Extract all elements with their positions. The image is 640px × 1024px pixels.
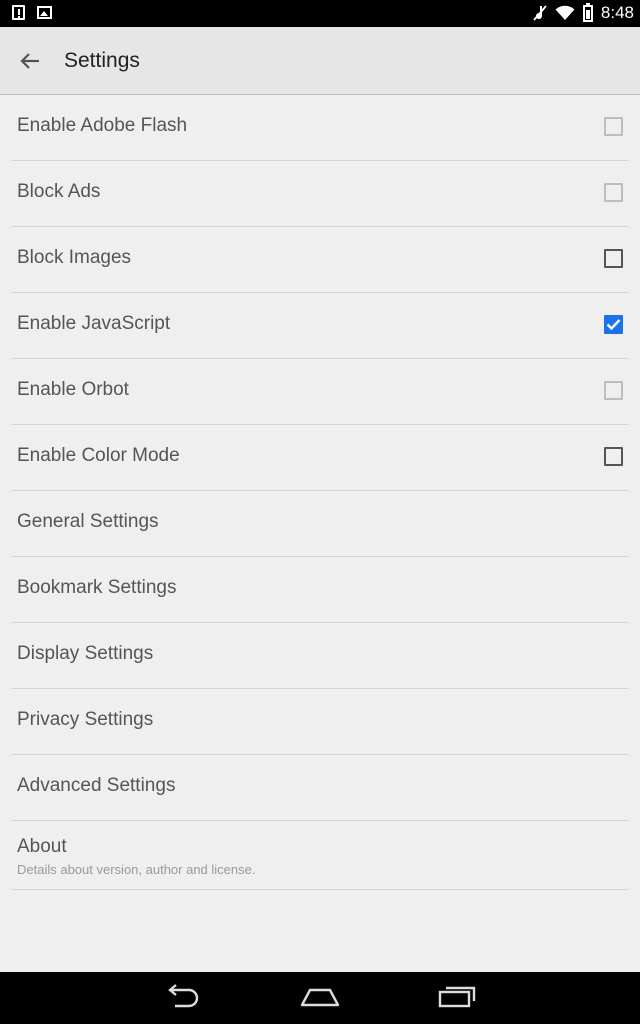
setting-about[interactable]: About Details about version, author and …	[11, 821, 629, 890]
setting-label: Enable Color Mode	[17, 445, 180, 466]
setting-enable-color-mode[interactable]: Enable Color Mode	[11, 425, 629, 491]
setting-label: Privacy Settings	[17, 709, 154, 730]
back-button[interactable]	[14, 45, 46, 77]
notification-icons	[12, 5, 52, 20]
checkbox[interactable]	[604, 183, 623, 202]
checkbox[interactable]	[604, 447, 623, 466]
setting-privacy-settings[interactable]: Privacy Settings	[11, 689, 629, 755]
setting-block-ads[interactable]: Block Ads	[11, 161, 629, 227]
setting-label: Display Settings	[17, 643, 154, 664]
setting-label: Enable JavaScript	[17, 313, 171, 334]
recents-nav-icon	[438, 986, 476, 1008]
nav-home-button[interactable]	[299, 984, 341, 1015]
checkbox[interactable]	[604, 249, 623, 268]
checkmark-icon	[606, 319, 621, 331]
alert-notification-icon	[12, 5, 25, 20]
battery-icon	[582, 2, 593, 22]
setting-label: Enable Adobe Flash	[17, 115, 188, 136]
checkbox-checked[interactable]	[604, 315, 623, 334]
nav-recents-button[interactable]	[437, 984, 477, 1015]
action-bar: Settings	[0, 27, 640, 95]
setting-label: Advanced Settings	[17, 775, 176, 796]
setting-label: About	[17, 836, 67, 857]
status-bar: 8:48	[0, 0, 640, 27]
page-title: Settings	[64, 49, 140, 72]
setting-enable-orbot[interactable]: Enable Orbot	[11, 359, 629, 425]
checkbox[interactable]	[604, 117, 623, 136]
setting-label: General Settings	[17, 511, 159, 532]
checkbox[interactable]	[604, 381, 623, 400]
status-time: 8:48	[600, 3, 634, 22]
setting-display-settings[interactable]: Display Settings	[11, 623, 629, 689]
setting-block-images[interactable]: Block Images	[11, 227, 629, 293]
setting-advanced-settings[interactable]: Advanced Settings	[11, 755, 629, 821]
setting-bookmark-settings[interactable]: Bookmark Settings	[11, 557, 629, 623]
wifi-icon	[555, 5, 575, 20]
setting-enable-javascript[interactable]: Enable JavaScript	[11, 293, 629, 359]
back-nav-icon	[168, 984, 199, 1008]
image-notification-icon	[37, 6, 52, 19]
setting-label: Enable Orbot	[17, 379, 129, 400]
navigation-bar	[0, 972, 640, 1024]
arrow-back-icon	[20, 53, 39, 69]
setting-label: Bookmark Settings	[17, 577, 177, 598]
settings-list: Enable Adobe Flash Block Ads Block Image…	[0, 95, 640, 890]
setting-enable-adobe-flash[interactable]: Enable Adobe Flash	[11, 95, 629, 161]
setting-label: Block Ads	[17, 181, 101, 202]
home-nav-icon	[300, 988, 340, 1007]
setting-general-settings[interactable]: General Settings	[11, 491, 629, 557]
no-sound-icon	[533, 5, 547, 21]
setting-summary: Details about version, author and licens…	[17, 862, 256, 877]
setting-label: Block Images	[17, 247, 132, 268]
system-icons: 8:48	[533, 2, 634, 23]
nav-back-button[interactable]	[163, 984, 203, 1015]
